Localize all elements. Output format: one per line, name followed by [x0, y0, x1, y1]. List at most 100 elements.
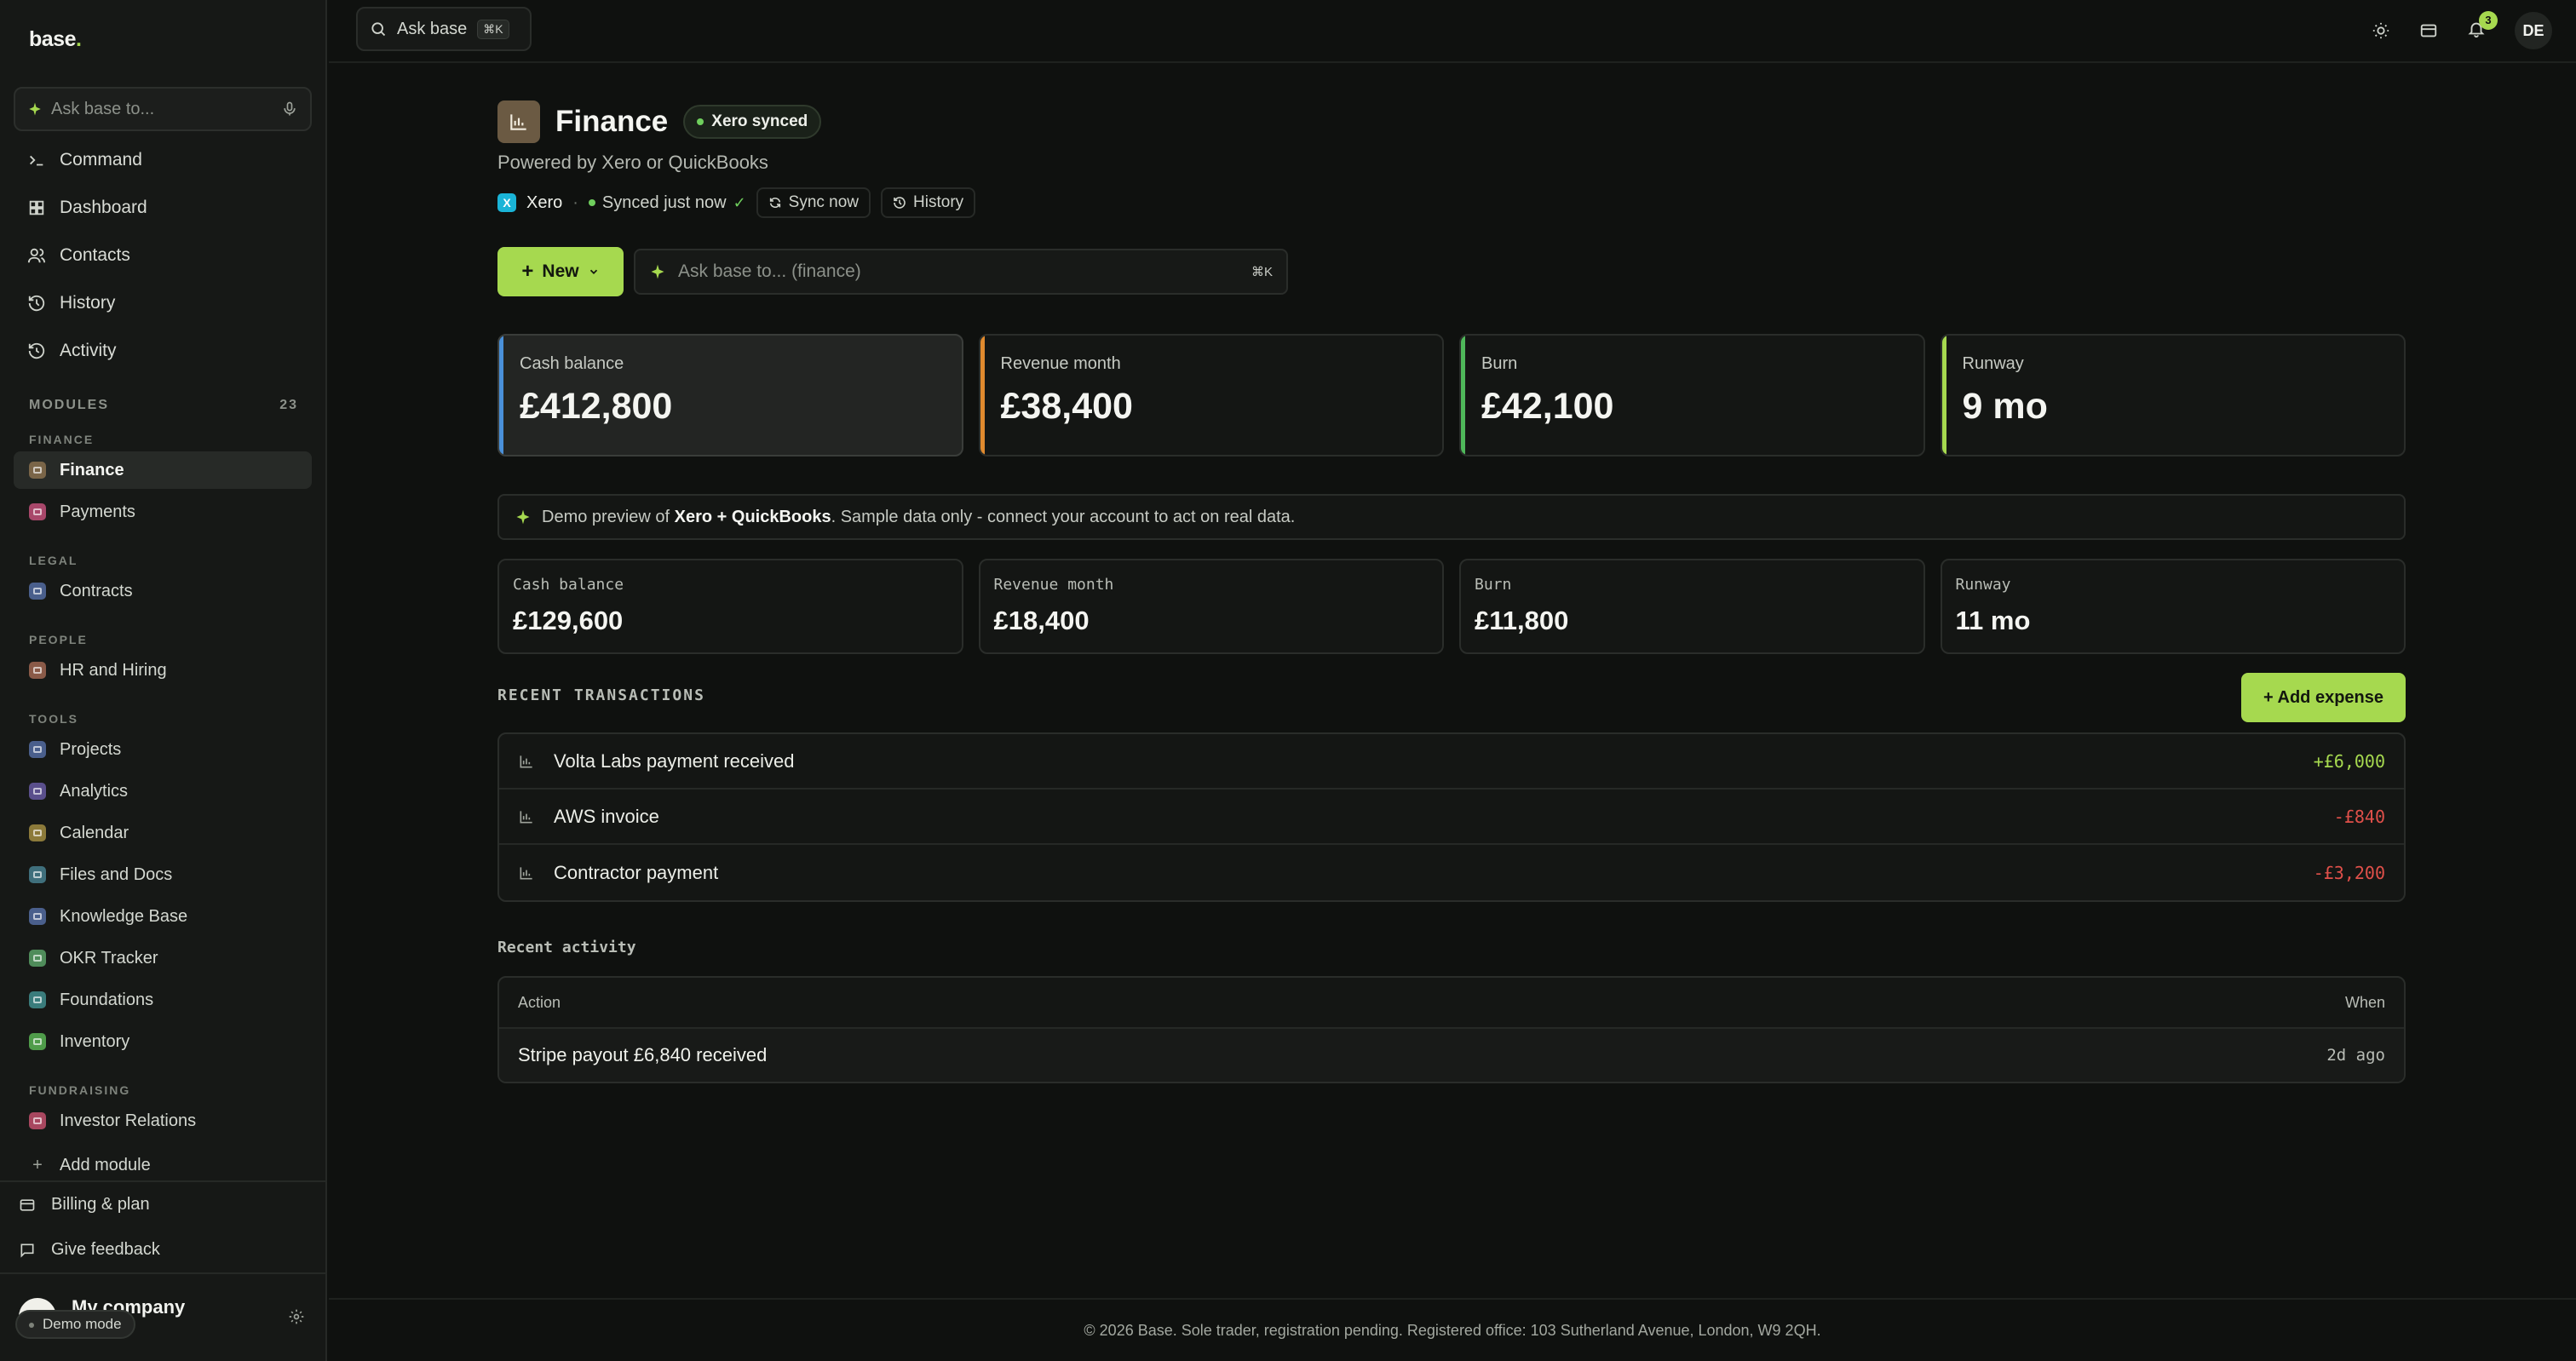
- plus-icon: +: [521, 260, 534, 283]
- projects-icon: [29, 741, 46, 758]
- module-foundations[interactable]: Foundations: [14, 981, 312, 1019]
- module-finance[interactable]: Finance: [14, 451, 312, 489]
- add-expense-button[interactable]: + Add expense: [2241, 673, 2406, 722]
- investor-icon: [29, 1112, 46, 1129]
- kpi-label: Burn: [1481, 354, 1518, 373]
- integration-row: X Xero · Synced just now ✓ Sync now Histo…: [497, 187, 976, 218]
- kpi-revenue-month[interactable]: Revenue month £38,400: [978, 334, 1444, 457]
- finance-ask-input[interactable]: Ask base to... (finance) ⌘K: [634, 249, 1288, 295]
- separator-dot: ·: [572, 192, 578, 212]
- table-row[interactable]: Volta Labs payment received +£6,000: [499, 734, 2404, 790]
- nav-history[interactable]: History: [14, 283, 312, 324]
- card-icon: [20, 1198, 35, 1211]
- module-inventory[interactable]: Inventory: [14, 1023, 312, 1060]
- new-button[interactable]: + New: [497, 247, 624, 296]
- kpi-value: £129,600: [513, 606, 624, 635]
- module-hr-and-hiring[interactable]: HR and Hiring: [14, 652, 312, 689]
- nav-command[interactable]: Command: [14, 140, 312, 181]
- kpi-label: Revenue month: [993, 576, 1114, 594]
- demo-kpi-burn: Burn £11,800: [1459, 559, 1925, 654]
- notifications-button[interactable]: 3: [2467, 10, 2498, 43]
- history-icon: [894, 197, 906, 209]
- card-icon[interactable]: [2419, 21, 2438, 40]
- module-label: Analytics: [60, 781, 129, 801]
- table-row[interactable]: AWS invoice -£840: [499, 790, 2404, 845]
- transactions-table: Volta Labs payment received +£6,000 AWS …: [497, 732, 2406, 902]
- billing-link[interactable]: Billing & plan: [0, 1182, 327, 1227]
- kpi-runway[interactable]: Runway 9 mo: [1940, 334, 2406, 457]
- module-analytics[interactable]: Analytics: [14, 772, 312, 810]
- demo-kpi-revenue-month: Revenue month £18,400: [978, 559, 1444, 654]
- nav-label: Contacts: [60, 245, 130, 265]
- global-search[interactable]: Ask base ⌘K: [356, 7, 532, 51]
- module-calendar[interactable]: Calendar: [14, 814, 312, 852]
- shortcut-hint: ⌘K: [1251, 265, 1273, 279]
- history-button[interactable]: History: [881, 187, 976, 218]
- demo-notice: Demo preview of Xero + QuickBooks. Sampl…: [497, 494, 2406, 540]
- users-icon: [27, 248, 46, 263]
- module-contracts[interactable]: Contracts: [14, 572, 312, 610]
- company-switcher[interactable]: My company ched Demo mode: [0, 1272, 327, 1361]
- module-payments[interactable]: Payments: [14, 493, 312, 531]
- kpi-label: Runway: [1962, 354, 2024, 373]
- module-label: Payments: [60, 502, 135, 521]
- nav-dashboard[interactable]: Dashboard: [14, 187, 312, 228]
- modules-header: MODULES 23: [29, 398, 298, 413]
- kpi-label: Cash balance: [520, 354, 624, 373]
- kpi-value: £412,800: [520, 386, 673, 427]
- feedback-link[interactable]: Give feedback: [0, 1227, 327, 1272]
- nav-activity[interactable]: Activity: [14, 330, 312, 371]
- search-label: Ask base: [397, 19, 468, 38]
- sidebar-ask-input[interactable]: Ask base to...: [14, 87, 312, 131]
- transaction-name: AWS invoice: [554, 805, 659, 827]
- okr-icon: [29, 950, 46, 967]
- plus-icon: +: [32, 1155, 43, 1174]
- user-avatar[interactable]: DE: [2515, 12, 2552, 49]
- shortcut-hint: ⌘K: [477, 19, 509, 39]
- inventory-icon: [29, 1033, 46, 1050]
- kpi-cards: Cash balance £412,800 Revenue month £38,…: [497, 334, 2406, 457]
- table-row[interactable]: Contractor payment -£3,200: [499, 845, 2404, 900]
- module-okr-tracker[interactable]: OKR Tracker: [14, 939, 312, 977]
- kpi-cash-balance[interactable]: Cash balance £412,800: [497, 334, 963, 457]
- module-projects[interactable]: Projects: [14, 731, 312, 768]
- notification-count-badge: 3: [2479, 10, 2498, 30]
- demo-mode-badge: Demo mode: [15, 1310, 135, 1339]
- page-header: Finance Xero synced: [497, 100, 822, 143]
- kpi-burn[interactable]: Burn £42,100: [1459, 334, 1925, 457]
- add-module-button[interactable]: + Add module: [14, 1146, 312, 1177]
- module-files-and-docs[interactable]: Files and Docs: [14, 856, 312, 893]
- kpi-label: Cash balance: [513, 576, 624, 594]
- activity-heading: Recent activity: [497, 939, 636, 956]
- gear-icon[interactable]: [288, 1308, 305, 1325]
- demo-kpi-runway: Runway 11 mo: [1940, 559, 2406, 654]
- refresh-icon: [769, 198, 780, 208]
- group-label: FUNDRAISING: [29, 1083, 131, 1097]
- module-label: Calendar: [60, 823, 129, 842]
- feedback-label: Give feedback: [51, 1240, 160, 1259]
- logo[interactable]: base.: [29, 27, 82, 52]
- module-label: Investor Relations: [60, 1111, 197, 1130]
- transaction-amount: +£6,000: [2313, 750, 2385, 772]
- column-action: Action: [518, 993, 561, 1011]
- sync-now-button[interactable]: Sync now: [756, 187, 871, 218]
- nav-label: Command: [60, 150, 142, 169]
- sun-icon[interactable]: [2372, 21, 2390, 40]
- add-module-label: Add module: [60, 1155, 151, 1174]
- page-subtitle: Powered by Xero or QuickBooks: [497, 152, 768, 173]
- calendar-icon: [29, 824, 46, 841]
- activity-when: 2d ago: [2326, 1046, 2385, 1065]
- microphone-icon[interactable]: [281, 100, 298, 118]
- transaction-name: Volta Labs payment received: [554, 749, 795, 772]
- module-investor-relations[interactable]: Investor Relations: [14, 1102, 312, 1140]
- module-label: HR and Hiring: [60, 660, 167, 680]
- search-icon: [371, 22, 386, 37]
- table-row[interactable]: Stripe payout £6,840 received 2d ago: [499, 1029, 2404, 1082]
- page-title: Finance: [555, 105, 669, 138]
- nav-contacts[interactable]: Contacts: [14, 235, 312, 276]
- bar-chart-icon: [520, 866, 532, 879]
- group-label: PEOPLE: [29, 633, 88, 646]
- module-label: Knowledge Base: [60, 906, 188, 926]
- kpi-value: £11,800: [1475, 606, 1569, 635]
- module-knowledge-base[interactable]: Knowledge Base: [14, 898, 312, 935]
